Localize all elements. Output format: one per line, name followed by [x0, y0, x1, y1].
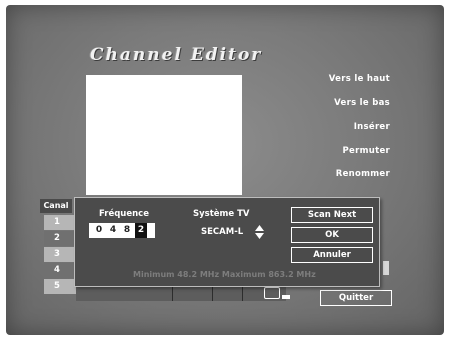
frequency-label: Fréquence [99, 209, 149, 219]
ok-button[interactable]: OK [291, 227, 373, 243]
scan-next-button[interactable]: Scan Next [291, 207, 373, 223]
menu-item-rename[interactable]: Renommer [336, 169, 390, 179]
menu-item-swap[interactable]: Permuter [342, 146, 390, 156]
frequency-dialog: Fréquence Système TV 0 4 8 2 SECAM-L Sca… [74, 197, 380, 287]
frequency-input[interactable]: 0 4 8 2 [89, 223, 155, 238]
scrollbar-stub [383, 261, 389, 275]
menu-item-move-up[interactable]: Vers le haut [329, 74, 390, 84]
quit-button[interactable]: Quitter [320, 290, 392, 306]
menu-item-insert[interactable]: Insérer [354, 122, 390, 132]
frequency-digit: 8 [123, 225, 131, 235]
frequency-range-text: Minimum 48.2 MHz Maximum 863.2 MHz [133, 270, 316, 279]
system-label: Système TV [193, 209, 250, 219]
page-title: Channel Editor [90, 45, 263, 65]
channel-row[interactable]: 3 [44, 247, 78, 262]
channel-list-strip [76, 287, 286, 301]
channel-row[interactable]: 5 [44, 279, 78, 294]
video-preview [86, 75, 242, 195]
frequency-digit: 0 [95, 225, 103, 235]
frequency-digit-cursor: 2 [135, 223, 147, 238]
channel-column-header: Canal [40, 199, 72, 213]
tv-icon-base [282, 295, 290, 299]
cancel-button[interactable]: Annuler [291, 247, 373, 263]
tv-icon [264, 287, 280, 299]
system-value[interactable]: SECAM-L [201, 227, 243, 237]
frequency-digit: 4 [109, 225, 117, 235]
menu-item-move-down[interactable]: Vers le bas [334, 98, 390, 108]
channel-row[interactable]: 2 [44, 231, 78, 246]
up-down-arrows-icon[interactable] [255, 225, 264, 239]
tv-screen: Channel Editor Vers le haut Vers le bas … [6, 5, 444, 335]
channel-row[interactable]: 1 [44, 215, 78, 230]
channel-row[interactable]: 4 [44, 263, 78, 278]
